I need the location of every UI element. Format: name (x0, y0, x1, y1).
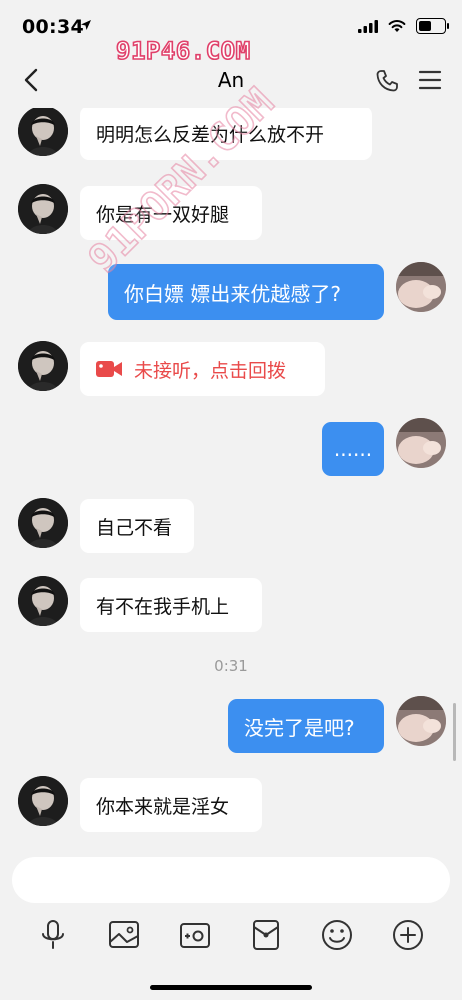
contact-avatar[interactable] (18, 341, 68, 391)
received-message[interactable]: 你本来就是淫女 (80, 778, 262, 832)
message-text: ...... (333, 437, 373, 461)
phone-call-icon[interactable] (374, 68, 400, 94)
message-input[interactable] (12, 857, 450, 903)
status-time: 00:34 (22, 16, 84, 38)
received-message[interactable]: 自己不看 (80, 499, 194, 553)
video-camera-icon (96, 361, 122, 377)
message-text: 你白嫖 嫖出来优越感了? (124, 281, 341, 306)
sent-message[interactable]: ...... (322, 422, 384, 476)
message-text: 自己不看 (96, 516, 173, 539)
message-text: 没完了是吧? (244, 715, 355, 740)
watermark-logo: 91P46.COM (115, 36, 251, 66)
missed-call-text: 未接听，点击回拨 (134, 359, 287, 382)
composer-toolbar (0, 918, 462, 958)
contact-avatar[interactable] (18, 184, 68, 234)
microphone-icon[interactable] (36, 918, 70, 952)
location-arrow-icon (81, 20, 91, 30)
contact-avatar[interactable] (18, 776, 68, 826)
image-icon[interactable] (107, 918, 141, 952)
contact-avatar[interactable] (18, 576, 68, 626)
emoji-icon[interactable] (320, 918, 354, 952)
wifi-icon (388, 20, 406, 32)
composer (0, 848, 462, 1000)
camera-icon[interactable] (178, 918, 212, 952)
my-avatar[interactable] (396, 696, 446, 746)
contact-avatar[interactable] (18, 498, 68, 548)
message-text: 有不在我手机上 (96, 595, 230, 618)
received-message[interactable]: 有不在我手机上 (80, 578, 262, 632)
my-avatar[interactable] (396, 418, 446, 468)
sent-message[interactable]: 没完了是吧? (228, 699, 384, 753)
red-packet-icon[interactable] (249, 918, 283, 952)
missed-call-message[interactable]: 未接听，点击回拨 (80, 342, 325, 396)
my-avatar[interactable] (396, 262, 446, 312)
message-timestamp: 0:31 (214, 657, 248, 675)
battery-icon (416, 18, 449, 34)
message-text: 你本来就是淫女 (96, 795, 230, 818)
message-text: 你是有一双好腿 (96, 203, 230, 226)
home-indicator (150, 985, 312, 990)
chat-message-list[interactable]: 明明怎么反差为什么放不开 你是有一双好腿 你白嫖 嫖出来优越感了? 未接听，点击… (0, 108, 462, 848)
received-message[interactable]: 明明怎么反差为什么放不开 (80, 108, 372, 160)
plus-icon[interactable] (391, 918, 425, 952)
cellular-signal-icon (358, 20, 378, 33)
scrollbar[interactable] (453, 703, 456, 761)
message-text: 明明怎么反差为什么放不开 (96, 123, 325, 146)
received-message[interactable]: 你是有一双好腿 (80, 186, 262, 240)
menu-icon[interactable] (418, 68, 442, 92)
sent-message[interactable]: 你白嫖 嫖出来优越感了? (108, 264, 384, 320)
contact-avatar[interactable] (18, 108, 68, 156)
